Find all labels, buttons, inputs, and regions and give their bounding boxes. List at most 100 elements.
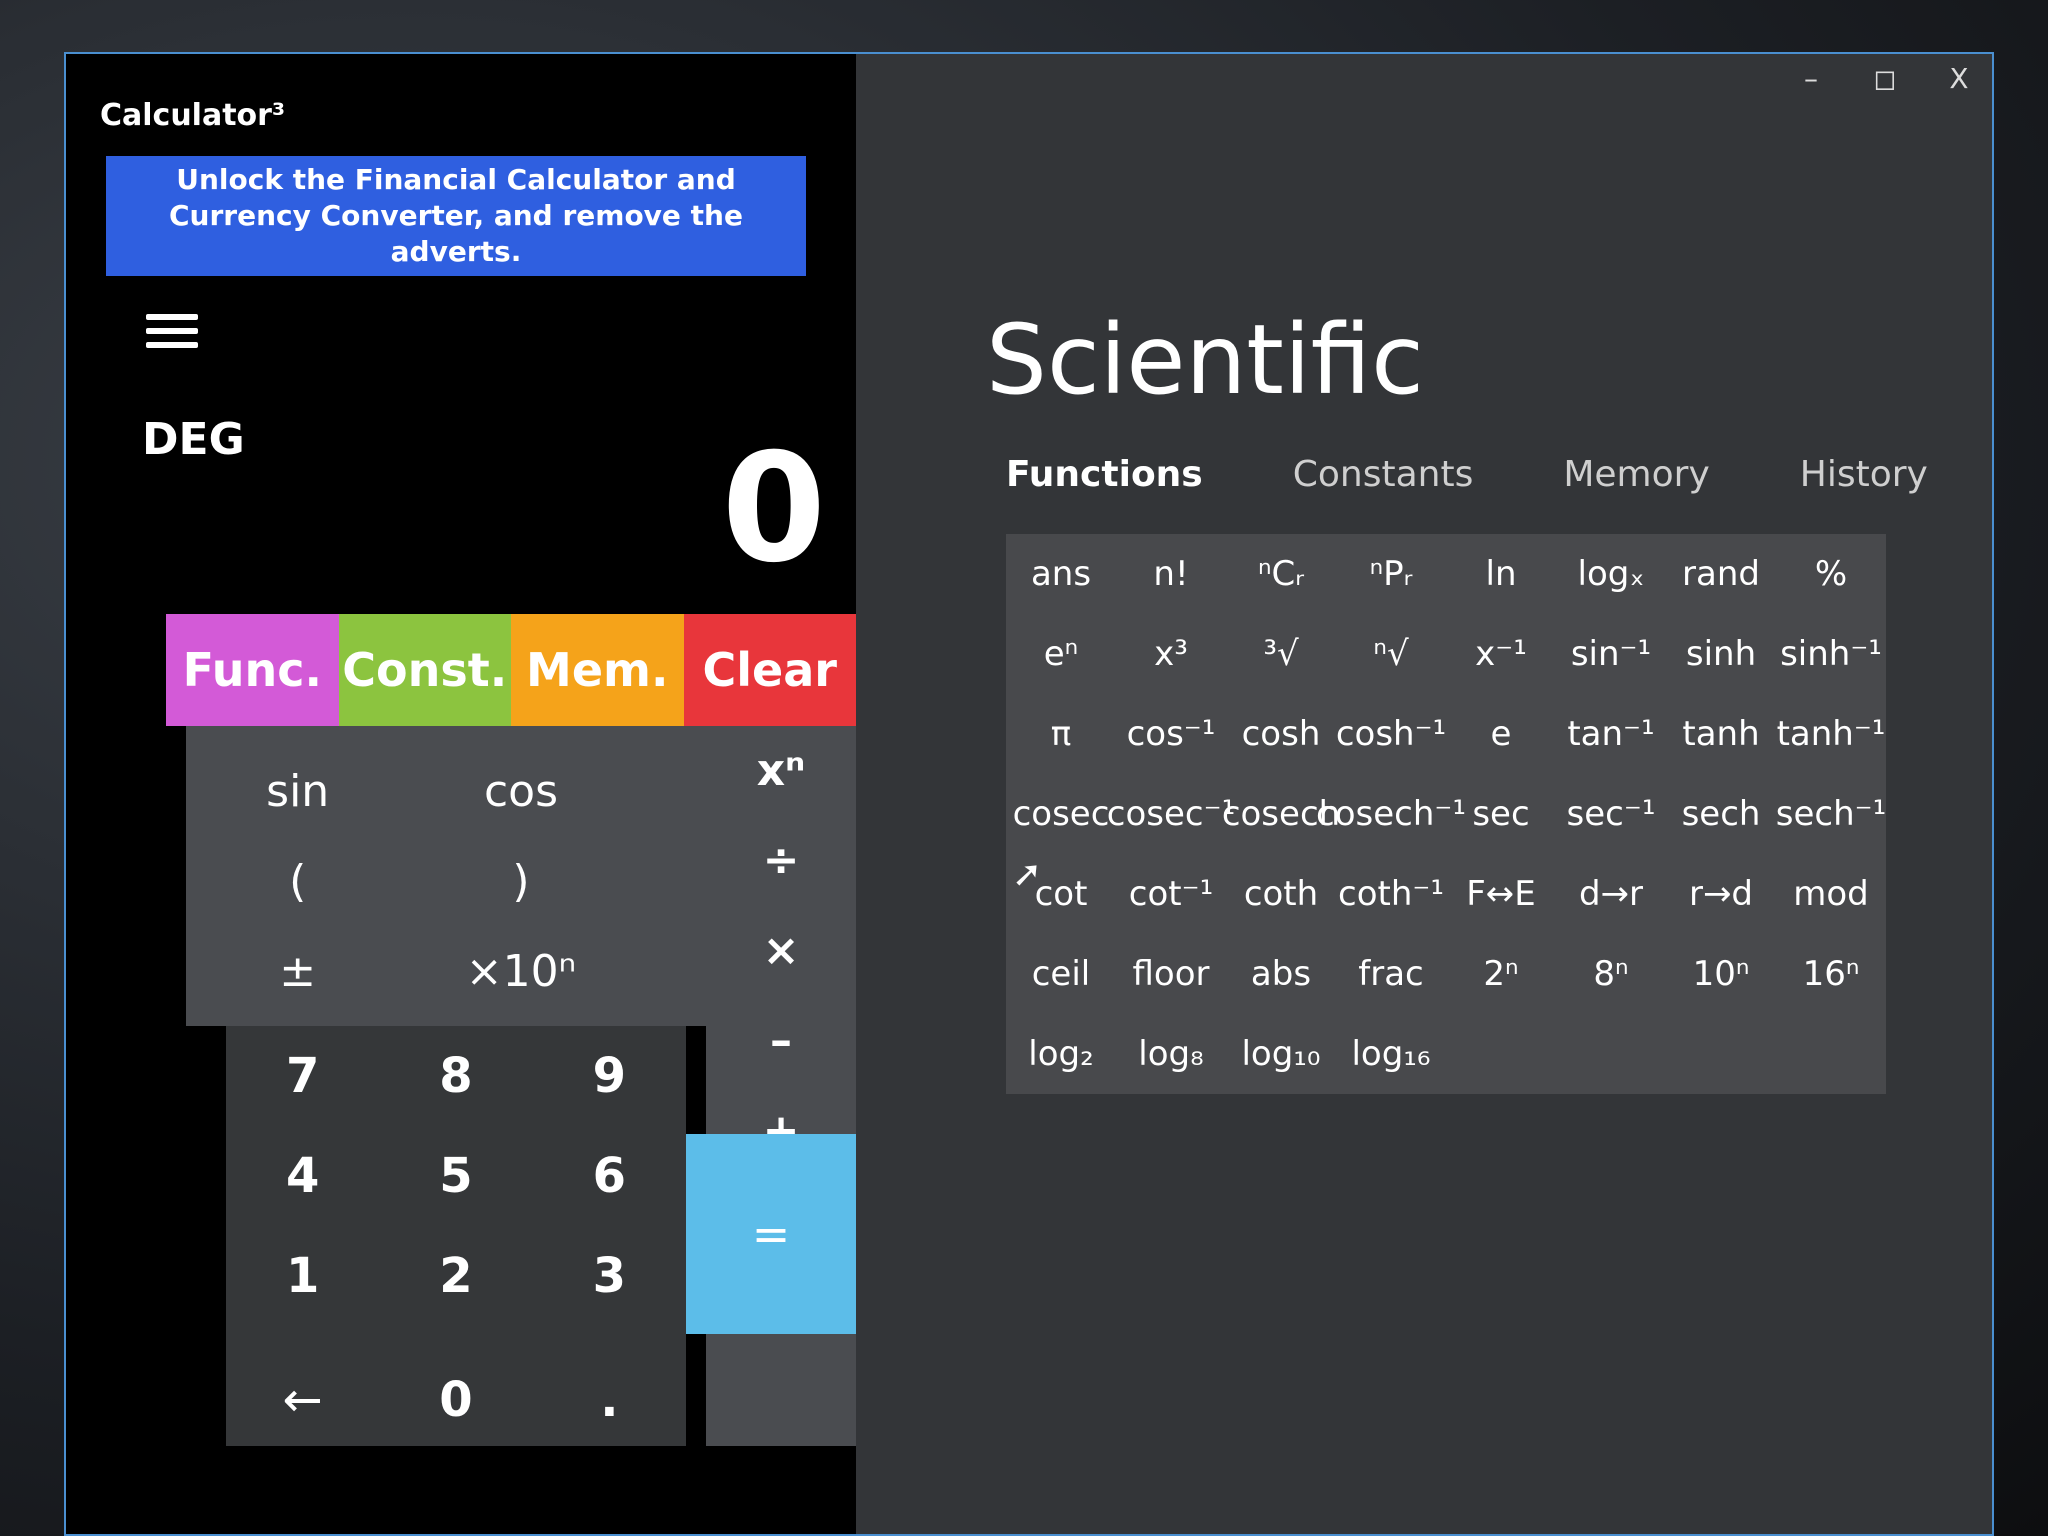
function-key[interactable]: 8ⁿ [1556, 934, 1666, 1014]
function-key[interactable]: ⁿCᵣ [1226, 534, 1336, 614]
upgrade-banner[interactable]: Unlock the Financial Calculator and Curr… [106, 156, 806, 276]
open-paren-key[interactable]: ( [186, 856, 409, 907]
angle-mode-indicator[interactable]: DEG [142, 414, 245, 465]
function-key[interactable]: cot⁻¹ [1116, 854, 1226, 934]
function-key[interactable]: coth [1226, 854, 1336, 934]
digit-6[interactable]: 6 [533, 1148, 686, 1204]
function-key[interactable]: π [1006, 694, 1116, 774]
decimal-key[interactable]: . [533, 1372, 686, 1428]
tab-history[interactable]: History [1800, 454, 1928, 495]
maximize-icon[interactable]: ◻ [1870, 62, 1900, 95]
function-key[interactable]: coth⁻¹ [1336, 854, 1446, 934]
divide-key[interactable]: ÷ [706, 816, 856, 906]
function-key[interactable]: sec [1446, 774, 1556, 854]
cos-key[interactable]: cos [409, 766, 632, 817]
page-title: Scientific [986, 304, 1424, 416]
digit-7[interactable]: 7 [226, 1048, 379, 1104]
bottom-key-row: ← 0 . [226, 1354, 686, 1446]
result-display: 0 [721, 422, 826, 596]
function-key[interactable]: tanh [1666, 694, 1776, 774]
equals-button[interactable]: = [686, 1134, 856, 1334]
function-key[interactable]: log₁₆ [1336, 1014, 1446, 1094]
function-key[interactable]: frac [1336, 934, 1446, 1014]
function-key[interactable]: 10ⁿ [1666, 934, 1776, 1014]
function-key[interactable]: rand [1666, 534, 1776, 614]
operator-column: xⁿ ÷ × – + [706, 726, 856, 1446]
digit-5[interactable]: 5 [379, 1148, 532, 1204]
tab-constants[interactable]: Constants [1293, 454, 1474, 495]
subtract-key[interactable]: – [706, 996, 856, 1086]
digit-4[interactable]: 4 [226, 1148, 379, 1204]
function-key[interactable]: x⁻¹ [1446, 614, 1556, 694]
digit-0[interactable]: 0 [379, 1372, 532, 1428]
mouse-pointer-icon: ➚ [1012, 854, 1043, 895]
function-key[interactable]: tanh⁻¹ [1776, 694, 1886, 774]
category-tabs: Func. Const. Mem. Clear [166, 614, 856, 726]
times-ten-power-key[interactable]: ×10ⁿ [409, 946, 632, 997]
function-key[interactable]: n! [1116, 534, 1226, 614]
digit-3[interactable]: 3 [533, 1248, 686, 1304]
function-key[interactable]: ⁿPᵣ [1336, 534, 1446, 614]
function-key[interactable]: log₂ [1006, 1014, 1116, 1094]
function-key[interactable]: x³ [1116, 614, 1226, 694]
function-key[interactable]: sinh [1666, 614, 1776, 694]
function-key[interactable]: sin⁻¹ [1556, 614, 1666, 694]
scientific-pane: Scientific Functions Constants Memory Hi… [856, 54, 1992, 1534]
negate-key[interactable]: ± [186, 946, 409, 997]
sin-key[interactable]: sin [186, 766, 409, 817]
function-key[interactable]: sech⁻¹ [1776, 774, 1886, 854]
function-key[interactable]: cosec [1006, 774, 1116, 854]
function-key[interactable]: ans [1006, 534, 1116, 614]
function-key[interactable]: cosh [1226, 694, 1336, 774]
function-key[interactable]: cos⁻¹ [1116, 694, 1226, 774]
function-key[interactable]: mod [1776, 854, 1886, 934]
function-key[interactable]: cosec⁻¹ [1107, 774, 1235, 854]
function-key[interactable]: % [1776, 534, 1886, 614]
function-key[interactable]: logₓ [1556, 534, 1666, 614]
hamburger-menu-icon[interactable] [146, 314, 198, 356]
backspace-key[interactable]: ← [226, 1372, 379, 1428]
function-key[interactable]: d→r [1556, 854, 1666, 934]
function-key[interactable]: sec⁻¹ [1556, 774, 1666, 854]
function-key[interactable]: eⁿ [1006, 614, 1116, 694]
function-key[interactable]: ⁿ√ [1336, 614, 1446, 694]
function-key[interactable]: 2ⁿ [1446, 934, 1556, 1014]
function-key[interactable]: log₁₀ [1226, 1014, 1336, 1094]
mem-tab[interactable]: Mem. [511, 614, 684, 726]
close-paren-key[interactable]: ) [409, 856, 632, 907]
function-key[interactable]: r→d [1666, 854, 1776, 934]
function-key[interactable]: cosech⁻¹ [1316, 774, 1466, 854]
functions-grid: ans n! ⁿCᵣ ⁿPᵣ ln logₓ rand% eⁿ x³ ³√ ⁿ√ x⁻¹ sin⁻¹ si… [1006, 534, 1886, 1094]
app-title: Calculator³ [100, 98, 286, 133]
minimize-icon[interactable]: – [1796, 62, 1826, 95]
digit-9[interactable]: 9 [533, 1048, 686, 1104]
clear-button[interactable]: Clear [683, 614, 856, 726]
function-key[interactable]: F↔E [1446, 854, 1556, 934]
close-icon[interactable]: X [1944, 62, 1974, 95]
func-tab[interactable]: Func. [166, 614, 339, 726]
calculator-pane: Calculator³ Unlock the Financial Calcula… [66, 54, 856, 1534]
multiply-key[interactable]: × [706, 906, 856, 996]
function-key[interactable]: ln [1446, 534, 1556, 614]
scientific-tabs: Functions Constants Memory History [1006, 454, 1928, 495]
digit-8[interactable]: 8 [379, 1048, 532, 1104]
function-key[interactable]: tan⁻¹ [1556, 694, 1666, 774]
function-key[interactable]: abs [1226, 934, 1336, 1014]
function-key[interactable]: sech [1666, 774, 1776, 854]
power-key[interactable]: xⁿ [706, 726, 856, 816]
function-key[interactable]: ³√ [1226, 614, 1336, 694]
function-key[interactable]: log₈ [1116, 1014, 1226, 1094]
tab-functions[interactable]: Functions [1006, 454, 1203, 495]
tab-memory[interactable]: Memory [1563, 454, 1709, 495]
digit-1[interactable]: 1 [226, 1248, 379, 1304]
function-key[interactable]: cosh⁻¹ [1336, 694, 1446, 774]
digit-2[interactable]: 2 [379, 1248, 532, 1304]
function-key[interactable]: floor [1116, 934, 1226, 1014]
calculator-window: Calculator³ Unlock the Financial Calcula… [64, 52, 1994, 1536]
function-key[interactable]: e [1446, 694, 1556, 774]
const-tab[interactable]: Const. [338, 614, 511, 726]
function-key[interactable]: 16ⁿ [1776, 934, 1886, 1014]
function-key[interactable]: sinh⁻¹ [1776, 614, 1886, 694]
window-controls: – ◻ X [1796, 62, 1974, 95]
function-key[interactable]: ceil [1006, 934, 1116, 1014]
